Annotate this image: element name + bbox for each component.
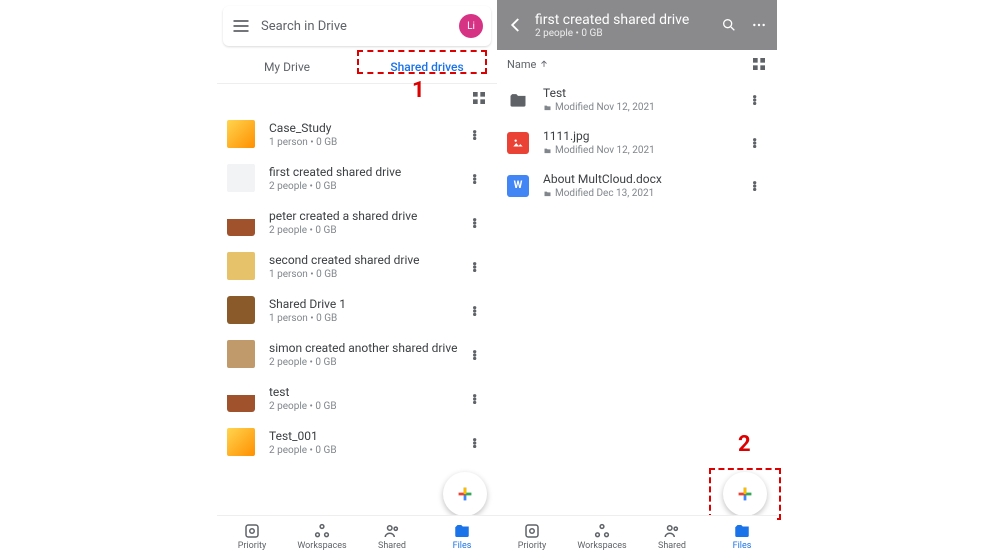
- drive-title: simon created another shared drive: [269, 341, 471, 355]
- drive-subtitle: 1 person • 0 GB: [269, 137, 471, 148]
- annotation-highlight-1: [357, 50, 487, 74]
- drive-title: test: [269, 385, 471, 399]
- fab-new-left[interactable]: [443, 472, 487, 516]
- shared-drives-list: Case_Study 1 person • 0 GB ••• first cre…: [217, 112, 497, 528]
- more-icon[interactable]: [751, 17, 767, 33]
- menu-icon[interactable]: [231, 16, 251, 36]
- drive-subtitle: 2 people • 0 GB: [269, 401, 471, 412]
- nav-priority[interactable]: Priority: [217, 516, 287, 557]
- drive-title: first created shared drive: [269, 165, 471, 179]
- shared-drive-row[interactable]: peter created a shared drive 2 people • …: [217, 200, 497, 244]
- shared-drive-row[interactable]: test 2 people • 0 GB •••: [217, 376, 497, 420]
- img-icon: [507, 132, 529, 154]
- more-icon[interactable]: •••: [471, 129, 487, 139]
- shared-drive-row[interactable]: Case_Study 1 person • 0 GB •••: [217, 112, 497, 156]
- file-title: 1111.jpg: [543, 129, 655, 143]
- nav-files[interactable]: Files: [427, 516, 497, 557]
- more-icon[interactable]: •••: [751, 137, 767, 147]
- file-subtitle: Modified Dec 13, 2021: [543, 188, 662, 199]
- bottom-nav-right: Priority Workspaces Shared Files: [497, 515, 777, 557]
- file-row[interactable]: W About MultCloud.docx Modified Dec 13, …: [497, 164, 777, 207]
- file-row[interactable]: Test Modified Nov 12, 2021 •••: [497, 78, 777, 121]
- drive-thumb: [227, 296, 255, 324]
- annotation-1: 1: [412, 78, 425, 103]
- more-icon[interactable]: •••: [471, 349, 487, 359]
- nav-shared[interactable]: Shared: [637, 516, 707, 557]
- grid-view-icon[interactable]: [751, 56, 767, 72]
- back-icon[interactable]: [507, 16, 525, 34]
- more-icon[interactable]: •••: [471, 173, 487, 183]
- more-icon[interactable]: •••: [751, 180, 767, 190]
- header-subtitle: 2 people • 0 GB: [535, 28, 689, 39]
- more-icon[interactable]: •••: [471, 261, 487, 271]
- annotation-2: 2: [738, 432, 751, 457]
- shared-drive-row[interactable]: Shared Drive 1 1 person • 0 GB •••: [217, 288, 497, 332]
- drive-thumb: [227, 120, 255, 148]
- drive-thumb: [227, 252, 255, 280]
- shared-drive-row[interactable]: second created shared drive 1 person • 0…: [217, 244, 497, 288]
- nav-workspaces[interactable]: Workspaces: [287, 516, 357, 557]
- more-icon[interactable]: •••: [471, 437, 487, 447]
- sort-row[interactable]: Name: [497, 50, 777, 78]
- search-placeholder: Search in Drive: [261, 19, 459, 34]
- shared-drive-row[interactable]: Test_001 2 people • 0 GB •••: [217, 420, 497, 464]
- search-bar[interactable]: Search in Drive Li: [223, 6, 491, 46]
- nav-priority[interactable]: Priority: [497, 516, 567, 557]
- file-title: Test: [543, 86, 655, 100]
- more-icon[interactable]: •••: [471, 305, 487, 315]
- header-title: first created shared drive: [535, 12, 689, 28]
- drive-title: Case_Study: [269, 121, 471, 135]
- annotation-highlight-2: [709, 468, 781, 520]
- drive-subtitle: 2 people • 0 GB: [269, 445, 471, 456]
- nav-files[interactable]: Files: [707, 516, 777, 557]
- drive-subtitle: 2 people • 0 GB: [269, 357, 471, 368]
- doc-icon: W: [507, 175, 529, 197]
- drive-title: second created shared drive: [269, 253, 471, 267]
- nav-shared[interactable]: Shared: [357, 516, 427, 557]
- drive-thumb: [227, 164, 255, 192]
- drive-subtitle: 2 people • 0 GB: [269, 225, 471, 236]
- grid-view-icon[interactable]: [471, 90, 487, 106]
- more-icon[interactable]: •••: [471, 217, 487, 227]
- avatar[interactable]: Li: [459, 14, 483, 38]
- file-row[interactable]: 1111.jpg Modified Nov 12, 2021 •••: [497, 121, 777, 164]
- drive-subtitle: 1 person • 0 GB: [269, 313, 471, 324]
- drive-subtitle: 1 person • 0 GB: [269, 269, 471, 280]
- drive-thumb: [227, 340, 255, 368]
- file-title: About MultCloud.docx: [543, 172, 662, 186]
- nav-workspaces[interactable]: Workspaces: [567, 516, 637, 557]
- search-icon[interactable]: [721, 17, 737, 33]
- shared-drive-row[interactable]: simon created another shared drive 2 peo…: [217, 332, 497, 376]
- drive-thumb: [227, 428, 255, 456]
- more-icon[interactable]: •••: [471, 393, 487, 403]
- arrow-up-icon: [539, 59, 549, 69]
- drive-title: peter created a shared drive: [269, 209, 471, 223]
- more-icon[interactable]: •••: [751, 94, 767, 104]
- shared-drive-row[interactable]: first created shared drive 2 people • 0 …: [217, 156, 497, 200]
- bottom-nav-left: Priority Workspaces Shared Files: [217, 515, 497, 557]
- drive-subtitle: 2 people • 0 GB: [269, 181, 471, 192]
- drive-thumb: [227, 384, 255, 412]
- file-subtitle: Modified Nov 12, 2021: [543, 102, 655, 113]
- drive-thumb: [227, 208, 255, 236]
- drive-title: Shared Drive 1: [269, 297, 471, 311]
- drive-title: Test_001: [269, 429, 471, 443]
- tab-my-drive[interactable]: My Drive: [217, 50, 357, 83]
- file-subtitle: Modified Nov 12, 2021: [543, 145, 655, 156]
- detail-header: first created shared drive 2 people • 0 …: [497, 0, 777, 50]
- folder-icon: [507, 89, 529, 111]
